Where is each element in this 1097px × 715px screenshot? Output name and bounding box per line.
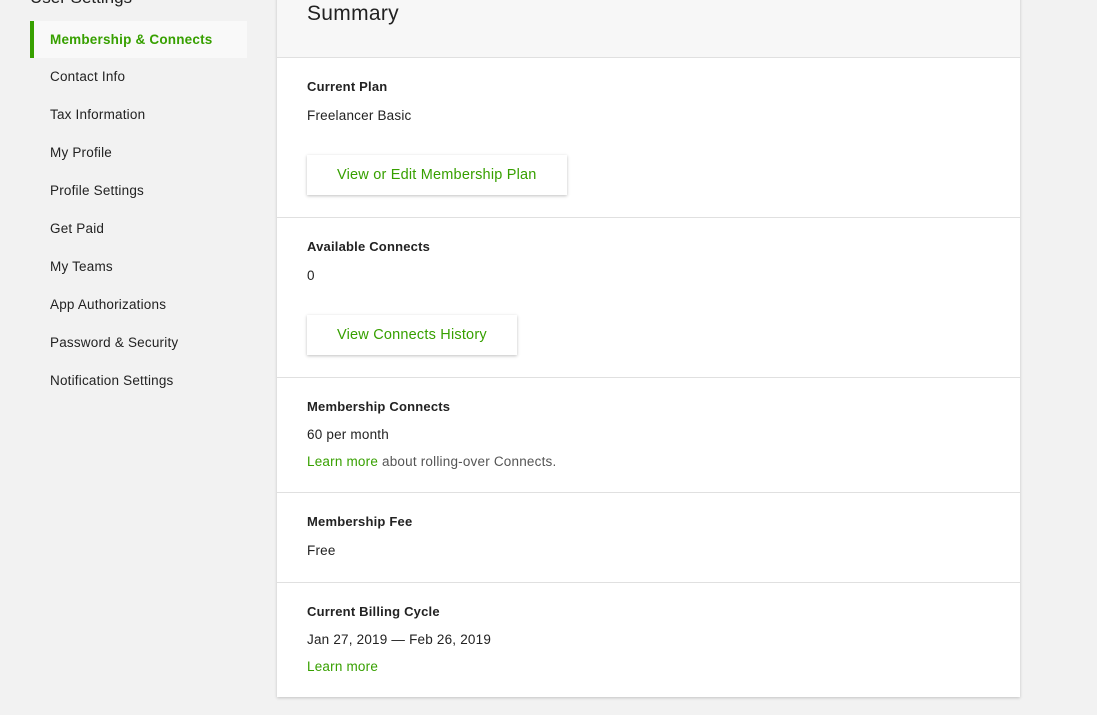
sidebar-heading: User Settings: [30, 0, 132, 8]
membership-fee-label: Membership Fee: [307, 514, 413, 529]
rollover-info: Learn more about rolling-over Connects.: [307, 454, 1020, 469]
rollover-info-text: about rolling-over Connects.: [378, 454, 557, 469]
membership-fee-value: Free: [307, 543, 336, 558]
learn-more-rollover-link[interactable]: Learn more: [307, 454, 378, 469]
billing-cycle-label: Current Billing Cycle: [307, 604, 440, 619]
sidebar-item-membership-connects[interactable]: Membership & Connects: [30, 21, 247, 58]
current-plan-label: Current Plan: [307, 79, 388, 94]
sidebar-item-my-profile[interactable]: My Profile: [30, 134, 247, 172]
membership-connects-value: 60 per month: [307, 427, 389, 442]
membership-connects-label: Membership Connects: [307, 399, 451, 414]
summary-card: Summary Current Plan Freelancer Basic Vi…: [277, 0, 1020, 697]
billing-cycle-section: Current Billing Cycle Jan 27, 2019 — Feb…: [277, 583, 1020, 697]
settings-sidebar: Membership & Connects Contact Info Tax I…: [30, 21, 247, 400]
billing-learn-more: Learn more: [307, 659, 1020, 674]
current-plan-section: Current Plan Freelancer Basic View or Ed…: [277, 58, 1020, 218]
membership-connects-section: Membership Connects 60 per month Learn m…: [277, 378, 1020, 493]
learn-more-billing-link[interactable]: Learn more: [307, 659, 378, 674]
available-connects-value: 0: [307, 268, 315, 283]
sidebar-item-notification-settings[interactable]: Notification Settings: [30, 362, 247, 400]
sidebar-item-profile-settings[interactable]: Profile Settings: [30, 172, 247, 210]
available-connects-label: Available Connects: [307, 239, 431, 254]
billing-cycle-value: Jan 27, 2019 — Feb 26, 2019: [307, 632, 492, 647]
current-plan-value: Freelancer Basic: [307, 108, 412, 123]
summary-header: Summary: [277, 0, 1020, 58]
page-title: Summary: [307, 2, 399, 25]
available-connects-section: Available Connects 0 View Connects Histo…: [277, 218, 1020, 378]
sidebar-item-my-teams[interactable]: My Teams: [30, 248, 247, 286]
sidebar-item-app-authorizations[interactable]: App Authorizations: [30, 286, 247, 324]
sidebar-item-get-paid[interactable]: Get Paid: [30, 210, 247, 248]
sidebar-item-password-security[interactable]: Password & Security: [30, 324, 247, 362]
settings-page: User Settings Membership & Connects Cont…: [0, 0, 1097, 715]
sidebar-item-tax-information[interactable]: Tax Information: [30, 96, 247, 134]
view-edit-membership-plan-button[interactable]: View or Edit Membership Plan: [307, 155, 567, 195]
membership-fee-section: Membership Fee Free: [277, 493, 1020, 583]
view-connects-history-button[interactable]: View Connects History: [307, 315, 517, 355]
sidebar-item-contact-info[interactable]: Contact Info: [30, 58, 247, 96]
